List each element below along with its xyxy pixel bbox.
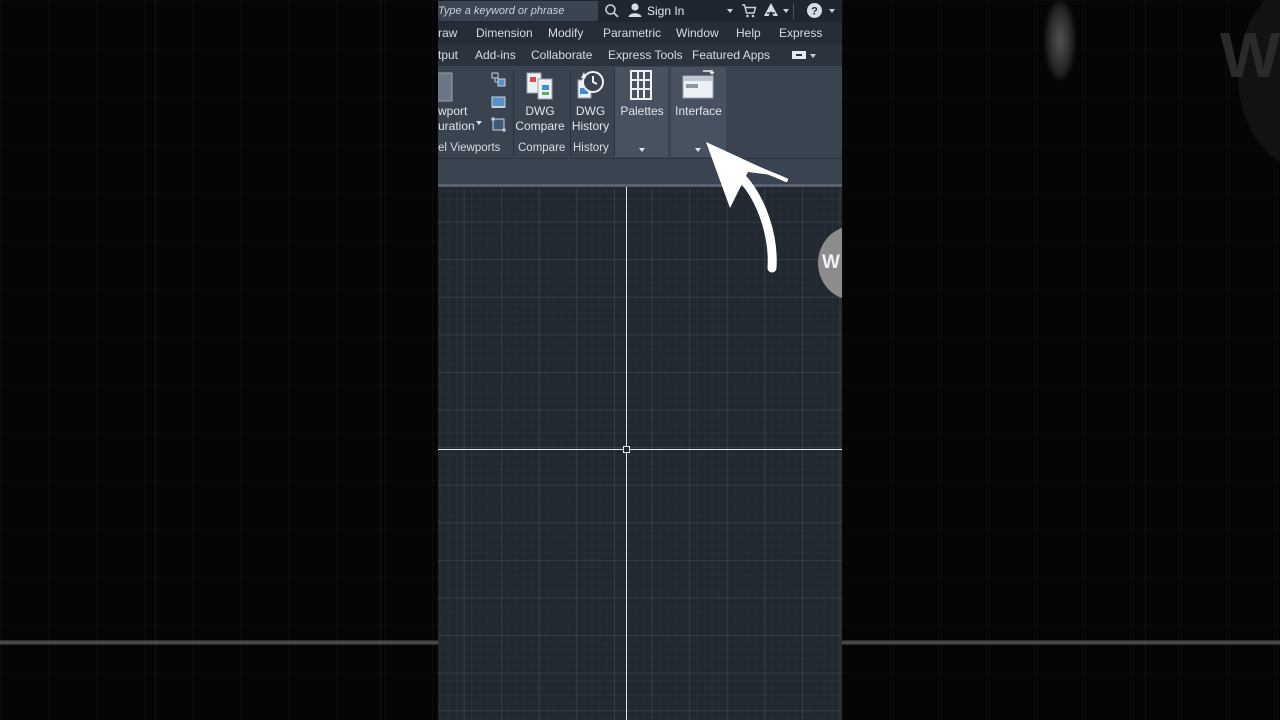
- crosshair-pickbox: [623, 446, 630, 453]
- background-gridline: [155, 0, 156, 720]
- svg-text:?: ?: [811, 6, 818, 18]
- video-frame: W Sign In: [0, 0, 1280, 720]
- dwg-history-label-line2: History: [571, 119, 610, 133]
- blurred-background-right: [842, 0, 1280, 720]
- menu-window[interactable]: Window: [676, 26, 719, 40]
- x-axis-line: [438, 449, 842, 450]
- ribbon-bottom-strip: [438, 158, 842, 185]
- background-gridline: [1145, 0, 1146, 720]
- cart-icon[interactable]: [741, 3, 757, 19]
- palettes-button[interactable]: Palettes: [616, 104, 668, 119]
- interface-icon[interactable]: [681, 70, 715, 100]
- palettes-panel-expander-icon[interactable]: [639, 148, 645, 152]
- dwg-compare-label-line2: Compare: [515, 119, 565, 133]
- named-viewports-icon[interactable]: [491, 72, 506, 87]
- dwg-compare-button[interactable]: DWG Compare: [515, 104, 565, 134]
- search-input[interactable]: [438, 1, 598, 21]
- tab-output[interactable]: tput: [438, 48, 458, 62]
- join-viewports-icon[interactable]: [491, 95, 506, 110]
- dwg-history-label-line1: DWG: [575, 104, 606, 118]
- help-icon[interactable]: ?: [806, 2, 823, 19]
- search-icon[interactable]: [604, 3, 620, 19]
- history-panel-label[interactable]: History: [573, 142, 609, 154]
- tab-featured-apps[interactable]: Featured Apps: [692, 48, 770, 62]
- interface-panel-expander-icon[interactable]: [695, 148, 701, 152]
- sign-in-caret-icon[interactable]: [727, 9, 733, 13]
- title-bar: Sign In ?: [438, 0, 842, 22]
- y-axis-line: [626, 187, 627, 720]
- menu-express[interactable]: Express: [779, 26, 822, 40]
- menu-help[interactable]: Help: [736, 26, 761, 40]
- panel-divider: [513, 70, 514, 156]
- menu-modify[interactable]: Modify: [548, 26, 583, 40]
- tab-express-tools[interactable]: Express Tools: [608, 48, 682, 62]
- menu-parametric[interactable]: Parametric: [603, 26, 661, 40]
- user-icon[interactable]: [627, 2, 643, 18]
- ribbon-tab-bar: tput Add-ins Collaborate Express Tools F…: [438, 44, 842, 66]
- ribbon-toggle-icon-mark: [796, 54, 802, 56]
- dwg-history-icon[interactable]: [575, 70, 607, 102]
- background-watermark-letter: W: [1220, 19, 1280, 91]
- viewport-configuration-icon[interactable]: [438, 72, 456, 102]
- dwg-compare-icon[interactable]: [525, 71, 555, 101]
- compare-panel-label[interactable]: Compare: [518, 142, 565, 154]
- title-divider: [793, 3, 794, 19]
- background-axis-left: [0, 640, 438, 645]
- menu-draw[interactable]: raw: [438, 26, 457, 40]
- watermark-letter: W: [822, 252, 840, 273]
- background-gridline: [380, 0, 381, 720]
- tab-collaborate[interactable]: Collaborate: [531, 48, 592, 62]
- restore-viewports-icon[interactable]: [491, 117, 506, 132]
- viewport-configuration-label-line1: wport: [438, 104, 468, 118]
- interface-button[interactable]: Interface: [671, 104, 726, 119]
- panel-divider: [614, 70, 615, 156]
- sign-in-label[interactable]: Sign In: [647, 4, 684, 18]
- viewport-configuration-label-line2: uration: [438, 119, 475, 133]
- viewport-configuration-button[interactable]: wport uration: [438, 104, 475, 134]
- ribbon-toggle-caret-icon[interactable]: [810, 54, 816, 58]
- blurred-background-left: [0, 0, 438, 720]
- dwg-history-button[interactable]: DWG History: [568, 104, 613, 134]
- autodesk-icon[interactable]: [763, 2, 779, 18]
- menu-dimension[interactable]: Dimension: [476, 26, 533, 40]
- tab-add-ins[interactable]: Add-ins: [475, 48, 516, 62]
- menu-bar: raw Dimension Modify Parametric Window H…: [438, 22, 842, 44]
- autodesk-caret-icon[interactable]: [783, 9, 789, 13]
- palettes-icon[interactable]: [629, 70, 655, 100]
- autocad-window: Sign In ? raw Dimension Modify: [438, 0, 842, 720]
- dwg-compare-label-line1: DWG: [525, 104, 555, 118]
- background-axis-right: [842, 640, 1280, 645]
- drawing-canvas[interactable]: [438, 187, 842, 720]
- viewport-configuration-caret-icon[interactable]: [476, 121, 482, 125]
- background-blur-shape: [1045, 0, 1075, 80]
- help-caret-icon[interactable]: [829, 9, 835, 13]
- model-viewports-panel-label[interactable]: el Viewports: [438, 142, 500, 154]
